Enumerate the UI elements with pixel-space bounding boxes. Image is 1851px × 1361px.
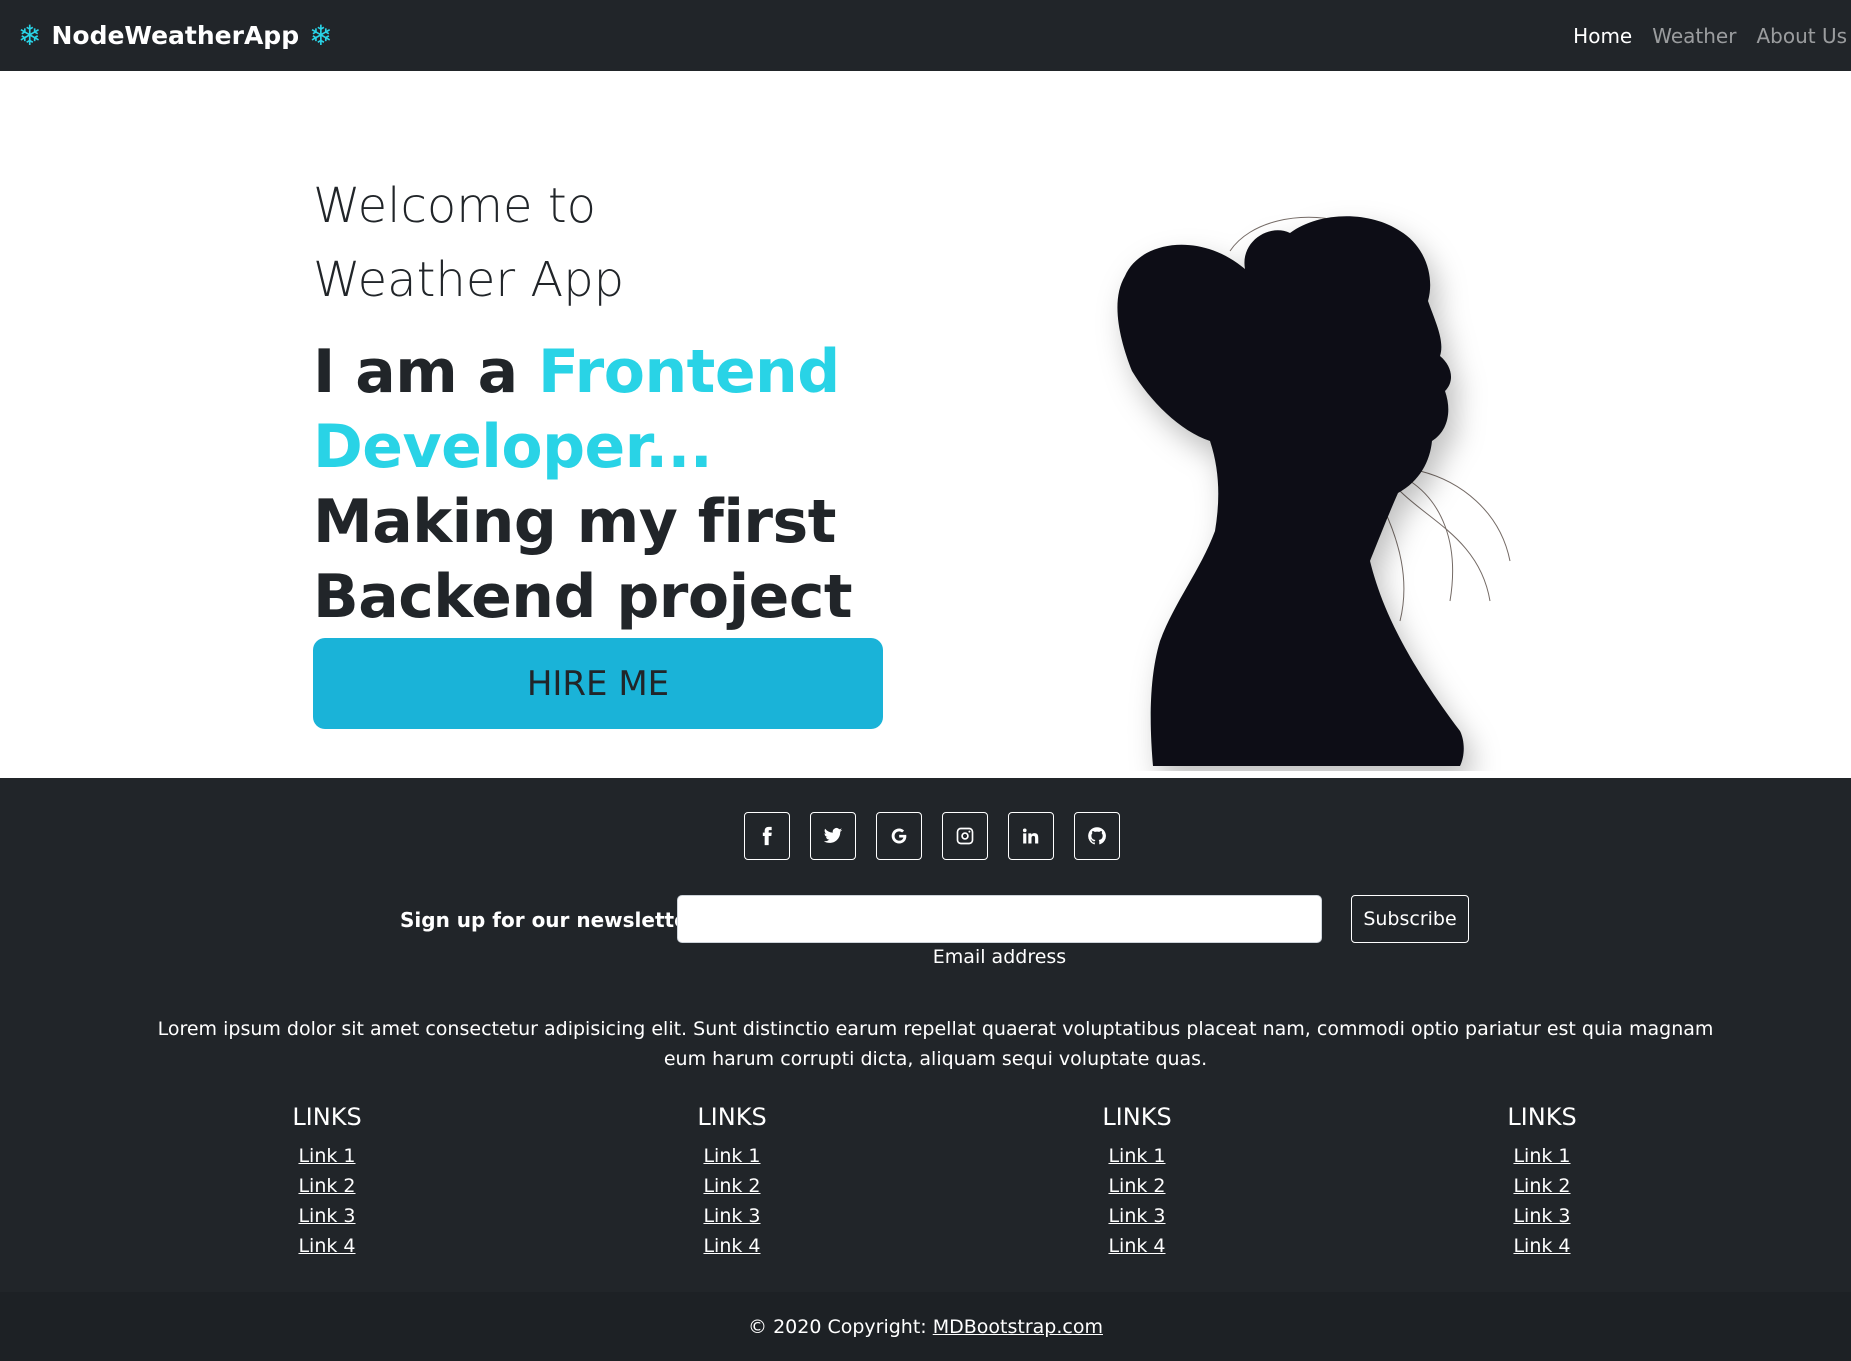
- link-column-title: LINKS: [292, 1103, 362, 1131]
- snowflake-icon: ❄: [309, 18, 333, 52]
- footer-link[interactable]: Link 4: [1412, 1231, 1672, 1261]
- welcome-heading: Welcome to Weather App: [313, 169, 833, 317]
- footer-link[interactable]: Link 3: [602, 1201, 862, 1231]
- footer: Sign up for our newsletter Email address…: [0, 778, 1851, 1292]
- twitter-button[interactable]: [809, 812, 856, 860]
- portrait-silhouette-image: [1080, 181, 1540, 771]
- email-input[interactable]: [677, 895, 1322, 943]
- footer-link[interactable]: Link 1: [1412, 1141, 1672, 1171]
- copyright-text: © 2020 Copyright:: [748, 1315, 927, 1338]
- google-button[interactable]: [875, 812, 922, 860]
- footer-link[interactable]: Link 4: [1007, 1231, 1267, 1261]
- facebook-button[interactable]: [743, 812, 790, 860]
- hire-me-button[interactable]: HIRE ME: [313, 638, 883, 729]
- link-column: LINKS Link 1 Link 2 Link 3 Link 4: [1412, 1103, 1672, 1261]
- nav-links: Home Weather About Us: [1573, 0, 1847, 71]
- hero-section: Welcome to Weather App I am a Frontend D…: [0, 71, 1851, 778]
- footer-link[interactable]: Link 4: [197, 1231, 457, 1261]
- headline: I am a Frontend Developer... Making my f…: [313, 335, 933, 635]
- footer-link[interactable]: Link 1: [602, 1141, 862, 1171]
- link-column: LINKS Link 1 Link 2 Link 3 Link 4: [197, 1103, 457, 1261]
- footer-link[interactable]: Link 2: [1007, 1171, 1267, 1201]
- navbar: ❄ NodeWeatherApp ❄ Home Weather About Us: [0, 0, 1851, 71]
- subscribe-button[interactable]: Subscribe: [1351, 895, 1469, 943]
- footer-link[interactable]: Link 3: [1412, 1201, 1672, 1231]
- headline-prefix: I am a: [313, 337, 538, 407]
- link-column-title: LINKS: [1507, 1103, 1577, 1131]
- google-icon: [891, 828, 906, 844]
- brand[interactable]: ❄ NodeWeatherApp ❄: [18, 0, 333, 71]
- social-links: [0, 812, 1851, 860]
- github-button[interactable]: [1073, 812, 1120, 860]
- welcome-line-1: Welcome to: [313, 178, 597, 234]
- github-icon: [1087, 827, 1106, 845]
- brand-name: NodeWeatherApp: [51, 21, 300, 50]
- link-column-title: LINKS: [697, 1103, 767, 1131]
- email-label: Email address: [932, 946, 1067, 968]
- headline-suffix: Making my first Backend project: [313, 487, 853, 632]
- linkedin-button[interactable]: [1007, 812, 1054, 860]
- newsletter-label: Sign up for our newsletter: [400, 908, 698, 932]
- footer-link[interactable]: Link 4: [602, 1231, 862, 1261]
- footer-link[interactable]: Link 2: [1412, 1171, 1672, 1201]
- nav-link-weather[interactable]: Weather: [1652, 24, 1736, 48]
- instagram-button[interactable]: [941, 812, 988, 860]
- twitter-icon: [823, 828, 842, 843]
- copyright-bar: © 2020 Copyright: MDBootstrap.com: [0, 1292, 1851, 1361]
- link-column: LINKS Link 1 Link 2 Link 3 Link 4: [602, 1103, 862, 1261]
- link-column: LINKS Link 1 Link 2 Link 3 Link 4: [1007, 1103, 1267, 1261]
- instagram-icon: [956, 827, 973, 845]
- footer-link[interactable]: Link 3: [1007, 1201, 1267, 1231]
- snowflake-icon: ❄: [18, 18, 42, 52]
- facebook-icon: [762, 826, 772, 846]
- footer-link[interactable]: Link 3: [197, 1201, 457, 1231]
- footer-description: Lorem ipsum dolor sit amet consectetur a…: [157, 1018, 1714, 1070]
- welcome-line-2: Weather App: [313, 252, 625, 308]
- link-column-title: LINKS: [1102, 1103, 1172, 1131]
- footer-link[interactable]: Link 1: [1007, 1141, 1267, 1171]
- footer-link[interactable]: Link 2: [197, 1171, 457, 1201]
- nav-link-home[interactable]: Home: [1573, 24, 1632, 48]
- footer-link[interactable]: Link 1: [197, 1141, 457, 1171]
- nav-link-about-us[interactable]: About Us: [1756, 24, 1847, 48]
- footer-link[interactable]: Link 2: [602, 1171, 862, 1201]
- copyright-link[interactable]: MDBootstrap.com: [933, 1316, 1103, 1338]
- linkedin-icon: [1022, 828, 1038, 844]
